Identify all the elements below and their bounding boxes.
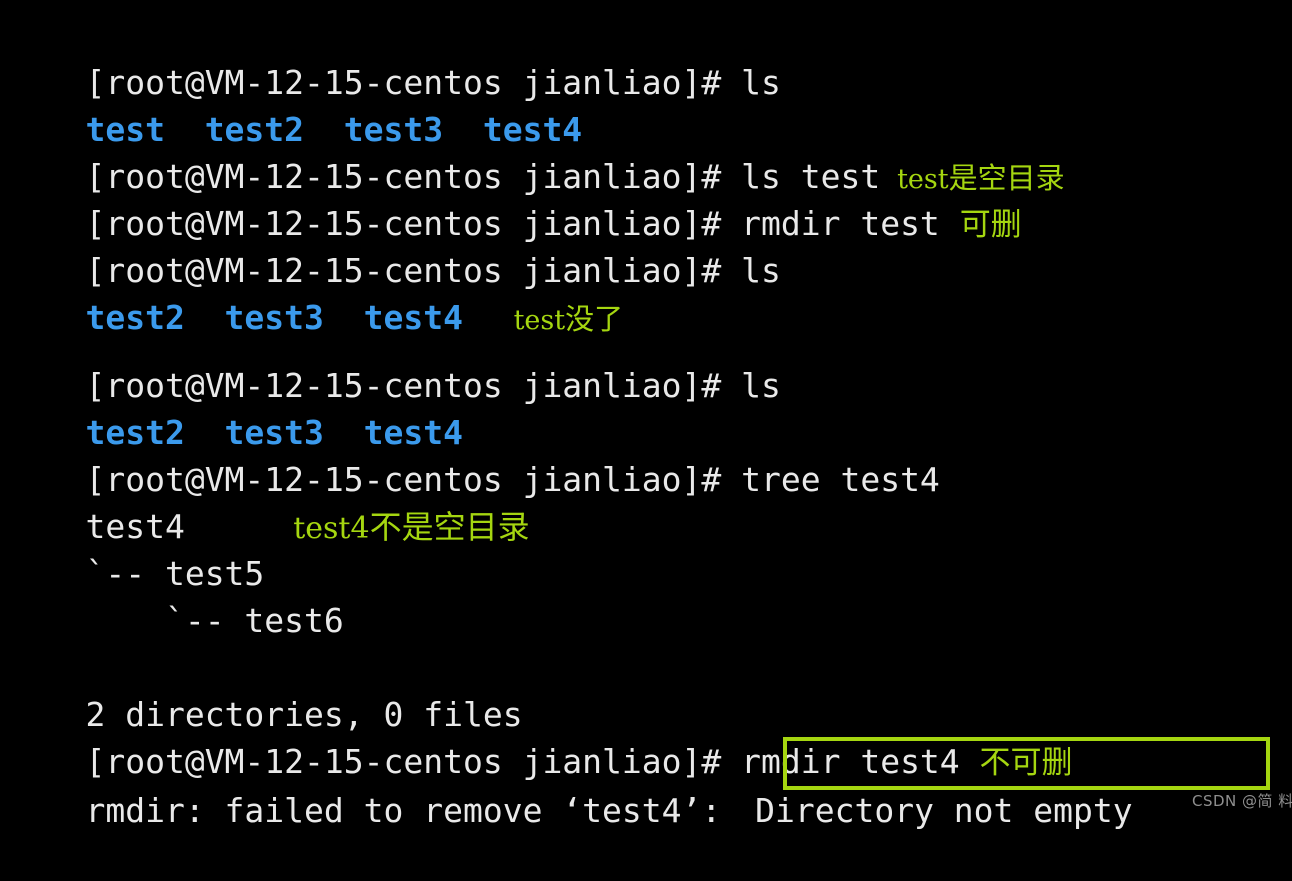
command-text: tree test4 [741, 460, 940, 499]
command-text: ls [741, 63, 781, 102]
annotation-han: 可删 [959, 207, 1022, 243]
error-prefix: rmdir: failed to remove ‘test4’: [85, 791, 742, 830]
tree-branch: `-- test6 [85, 601, 344, 640]
annotation-latin: test4 [293, 511, 370, 546]
error-highlighted-text: Directory not empty [755, 791, 1133, 830]
highlight-box [783, 737, 1270, 790]
command-text: ls [741, 251, 781, 290]
terminal-window: [root@VM-12-15-centos jianliao]# ls test… [0, 0, 1292, 830]
annotation-han: 不是空目录 [369, 508, 530, 546]
csdn-watermark: CSDN @简 料 [1192, 792, 1292, 810]
command-text: ls [741, 366, 781, 405]
